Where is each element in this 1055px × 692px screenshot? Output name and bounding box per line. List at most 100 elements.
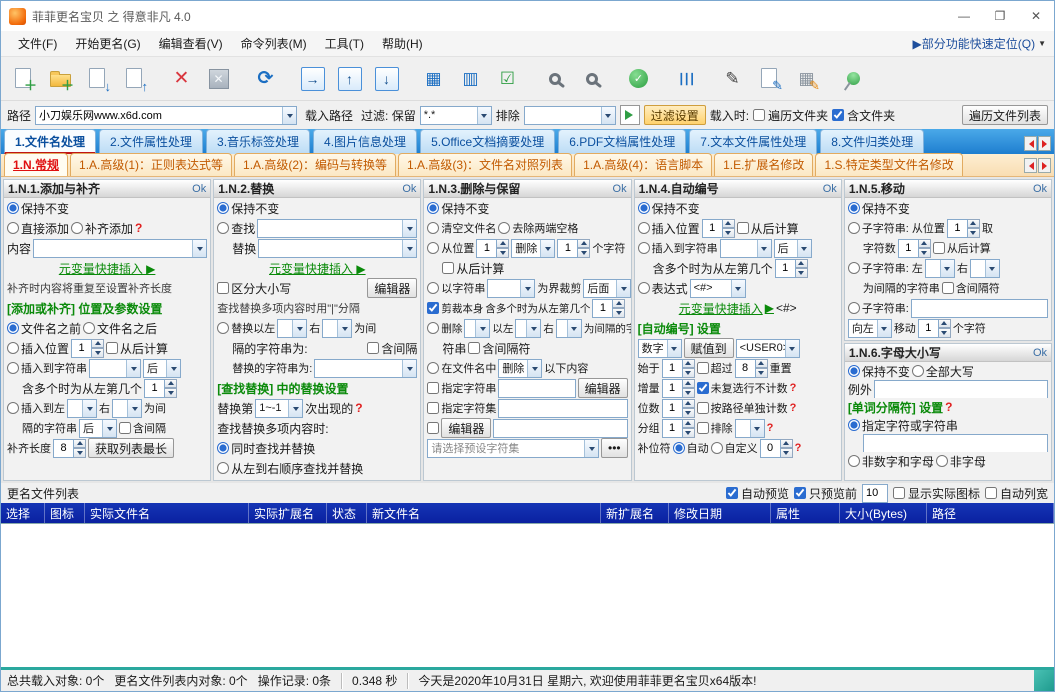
preview-first-checkbox[interactable] [793, 487, 806, 499]
subtab-script[interactable]: 1.A.高级(4)：语言脚本 [574, 153, 713, 176]
spin-value[interactable] [53, 438, 74, 458]
charset-editor-checkbox[interactable] [427, 422, 440, 434]
chevron-down-icon[interactable] [475, 319, 490, 337]
more-button[interactable]: ••• [601, 438, 628, 458]
direct-add-radio[interactable] [7, 222, 19, 234]
clear-name-radio[interactable] [427, 222, 440, 234]
pad-add-radio[interactable] [71, 222, 84, 234]
action2-combo[interactable]: 删除 [498, 358, 543, 378]
with-sep-checkbox[interactable] [367, 342, 380, 354]
right-sep-combo[interactable] [322, 318, 353, 338]
exclude-combo[interactable] [734, 418, 765, 438]
spin-down-icon[interactable] [918, 248, 931, 258]
replace-combo[interactable] [258, 238, 418, 258]
spin-up-icon[interactable] [938, 318, 951, 328]
show-real-icons-option[interactable]: 显示实际图标 [892, 485, 980, 502]
from-end-checkbox[interactable] [932, 242, 945, 254]
column-view-button[interactable]: ▥ [452, 60, 489, 98]
load-list-button[interactable]: ↓ [79, 60, 116, 98]
expression-combo[interactable]: <#> [689, 278, 746, 298]
col-actual-name[interactable]: 实际文件名 [85, 503, 249, 523]
multi-index-spinner[interactable] [144, 378, 178, 398]
spin-value[interactable] [661, 358, 683, 378]
content-combo[interactable] [33, 238, 208, 258]
path-combo[interactable] [35, 105, 298, 125]
insert-pos-radio[interactable] [637, 222, 650, 234]
move-right-button[interactable]: → [294, 60, 331, 98]
substring-pos-radio[interactable] [847, 222, 860, 234]
assign-target-combo[interactable]: <USER0> [735, 338, 800, 358]
keep-radio[interactable] [847, 365, 860, 377]
left-sep-combo[interactable] [67, 398, 97, 418]
chevron-down-icon[interactable] [288, 399, 303, 417]
pad-length-spinner[interactable] [53, 438, 86, 458]
edit-table-button[interactable]: ▦ ✎ [788, 60, 825, 98]
spin-down-icon[interactable] [682, 368, 695, 378]
spin-value[interactable] [661, 398, 683, 418]
chevron-down-icon[interactable] [876, 319, 891, 337]
left-sep-combo[interactable] [277, 318, 308, 338]
keep-radio[interactable] [427, 202, 440, 214]
crop-side-combo[interactable]: 后面 [583, 278, 631, 298]
subtab-encoding[interactable]: 1.A.高级(2)：编码与转换等 [234, 153, 397, 176]
multi-index-spinner[interactable] [774, 258, 808, 278]
by-string-radio[interactable] [427, 282, 440, 294]
spin-value[interactable] [946, 218, 968, 238]
spin-value[interactable] [701, 218, 723, 238]
sequential-radio[interactable] [217, 462, 230, 474]
spin-up-icon[interactable] [780, 438, 793, 448]
col-status[interactable]: 状态 [327, 503, 367, 523]
col-select[interactable]: 选择 [1, 503, 45, 523]
ok-button[interactable]: Ok [613, 183, 627, 195]
menu-command-list[interactable]: 命令列表(M) [232, 32, 316, 55]
spin-up-icon[interactable] [74, 438, 86, 448]
keep-radio[interactable] [7, 202, 19, 214]
simultaneous-radio[interactable] [217, 442, 230, 454]
move-spinner[interactable] [917, 318, 951, 338]
subtab-regex[interactable]: 1.A.高级(1)：正则表达式等 [70, 153, 233, 176]
wand-button[interactable]: ✎ [714, 60, 751, 98]
move-up-button[interactable]: ↑ [331, 60, 368, 98]
var-insert-link[interactable]: 元变量快捷插入 ▶ [269, 260, 366, 277]
chevron-down-icon[interactable] [126, 359, 140, 377]
spin-value[interactable] [774, 258, 796, 278]
col-actual-ext[interactable]: 实际扩展名 [249, 503, 327, 523]
apply-filter-button[interactable] [619, 105, 640, 125]
tab-file-attributes[interactable]: 2.文件属性处理 [99, 129, 204, 154]
number-type-combo[interactable]: 数字 [637, 338, 682, 358]
auto-col-width-option[interactable]: 自动列宽 [984, 485, 1048, 502]
subtab-specific-types[interactable]: 1.S.特定类型文件名修改 [815, 153, 963, 176]
auto-preview-option[interactable]: 自动预览 [725, 485, 789, 502]
expression-radio[interactable] [637, 282, 650, 294]
chevron-down-icon[interactable] [527, 359, 542, 377]
chevron-down-icon[interactable] [82, 399, 96, 417]
start-spinner[interactable] [661, 358, 695, 378]
spin-up-icon[interactable] [682, 418, 695, 428]
exception-input[interactable] [873, 380, 1049, 398]
uncounted-checkbox[interactable] [696, 382, 709, 394]
load-path-button[interactable]: 载入路径 [301, 105, 357, 126]
mode-combo[interactable] [464, 318, 491, 338]
adjust-button[interactable]: ☰ [667, 60, 704, 98]
right-sep-combo[interactable] [112, 398, 142, 418]
keep-radio[interactable] [847, 202, 860, 214]
chevron-down-icon[interactable] [600, 106, 615, 124]
menu-tools[interactable]: 工具(T) [316, 32, 373, 55]
spin-up-icon[interactable] [497, 238, 510, 248]
spin-down-icon[interactable] [682, 408, 695, 418]
chevron-down-icon[interactable] [939, 259, 954, 277]
traverse-folders-checkbox[interactable] [753, 109, 766, 121]
col-new-name[interactable]: 新文件名 [367, 503, 601, 523]
substring-between-radio[interactable] [847, 262, 860, 274]
chevron-down-icon[interactable] [476, 106, 491, 124]
insert-pos-spinner[interactable] [71, 338, 105, 358]
pos-spinner[interactable] [476, 238, 510, 258]
chevron-down-icon[interactable] [584, 439, 598, 457]
insert-between-radio[interactable] [7, 402, 19, 414]
maximize-button[interactable]: ❐ [982, 1, 1018, 31]
substring-custom-radio[interactable] [847, 302, 860, 314]
insert-pos-radio[interactable] [7, 342, 19, 354]
spin-value[interactable] [71, 338, 93, 358]
chevron-down-icon[interactable] [796, 239, 811, 257]
scroll-left-icon[interactable] [1024, 136, 1037, 151]
